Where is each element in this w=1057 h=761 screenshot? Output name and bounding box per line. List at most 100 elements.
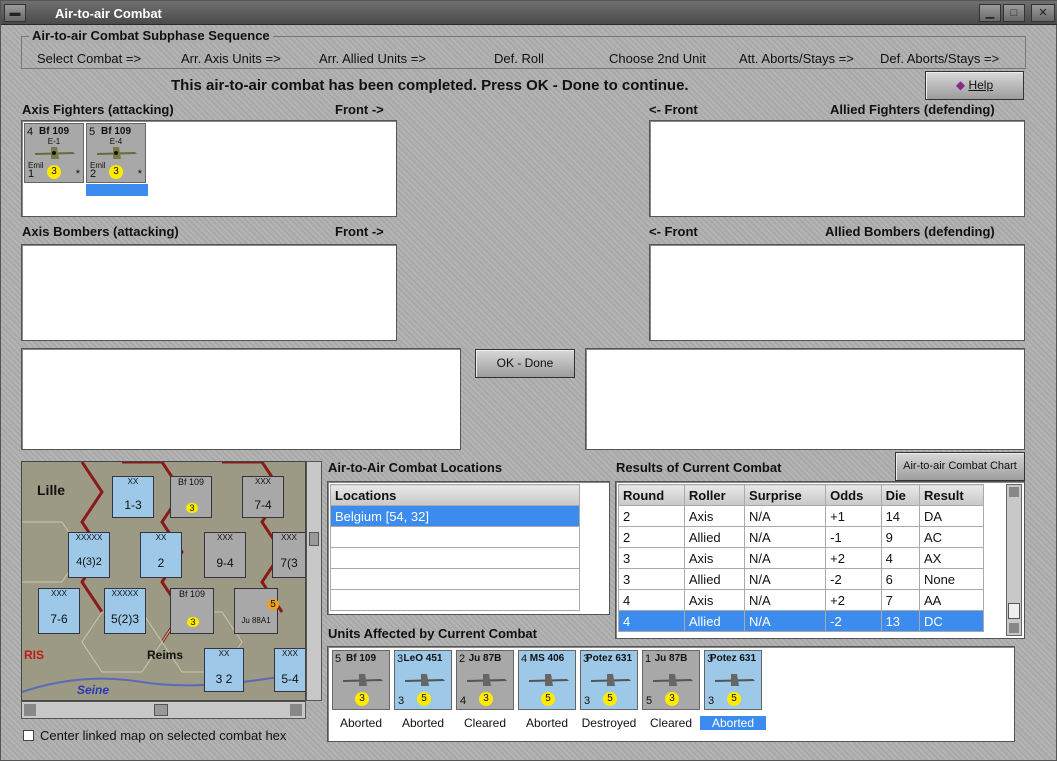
help-button[interactable]: ◆ Help [925,71,1024,100]
map-city-lille: Lille [37,482,65,498]
affected-unit[interactable]: 2 Ju 87B 4 3 Cleared [456,650,514,730]
scroll-thumb[interactable] [1008,603,1020,619]
counter-star: * [75,168,80,180]
affected-title: Units Affected by Current Combat [328,626,537,641]
map-counter[interactable]: XXX 9-4 [204,532,246,578]
scroll-left-arrow-icon[interactable] [24,704,36,716]
map-counter[interactable]: XXX 7(3 [272,532,305,578]
close-button[interactable]: ✕ [1031,4,1055,22]
scroll-down-arrow-icon[interactable] [1009,623,1019,633]
center-map-label: Center linked map on selected combat hex [40,728,287,743]
table-row[interactable]: 3 Axis N/A +2 4 AX [618,547,985,569]
table-row[interactable]: 3 Allied N/A -2 6 None [618,568,985,590]
ok-done-button[interactable]: OK - Done [475,349,575,378]
map-counter-top: XXXXX [75,533,103,542]
map-counter[interactable]: 5 Ju 88A1 [234,588,279,634]
cell: DC [918,610,985,632]
allied-bombers-box[interactable] [649,244,1025,341]
affected-unit[interactable]: 4 MS 406 5 Aborted [518,650,576,730]
table-row[interactable]: 4 Axis N/A +2 7 AA [618,589,985,611]
counter-name: Potez 631 [709,653,757,664]
cell: 3 [618,568,685,590]
map-counter[interactable]: XXX 7-4 [242,476,284,518]
minimize-button[interactable]: ▁ [979,4,1001,22]
counter-range: 1 [28,168,35,180]
center-map-checkbox[interactable] [23,730,34,741]
map-horizontal-scrollbar[interactable] [21,701,306,719]
map-counter-top: Bf 109 [177,477,205,487]
map-counter-top: XX [127,477,139,486]
affected-unit[interactable]: 5 Bf 109 3 Aborted [332,650,390,730]
map-counter[interactable]: XXX 5-4 [274,648,305,692]
map-counter[interactable]: XXXXX 4(3)2 [68,532,110,578]
counter-name: Bf 109 [38,126,69,137]
affected-unit-status: Aborted [525,716,569,730]
affected-unit[interactable]: 3 LeO 451 3 5 Aborted [394,650,452,730]
results-header-result: Result [918,484,985,506]
linked-map[interactable]: Lille Reims Seine RIS XX 1-3 Bf 109 3 XXX 7… [21,461,306,701]
map-counter[interactable]: XX 2 [140,532,182,578]
cell: 2 [618,505,685,527]
results-header-surprise: Surprise [744,484,827,506]
allied-fighters-box[interactable] [649,120,1025,217]
unit-counter-selected[interactable]: 5 Bf 109 E-4 Emil 2 3 * [86,123,146,183]
counter-range: 3 [398,695,405,707]
allied-bombers-front: <- Front [649,224,698,239]
counter-range: 4 [460,695,467,707]
axis-bombers-box[interactable] [21,244,397,341]
counter-sub: E-4 [109,137,123,146]
unit-counter[interactable]: 4 Bf 109 E-1 Emil 1 3 * [24,123,84,183]
counter-name: Potez 631 [585,653,633,664]
map-counter-bottom: 3 [187,617,199,627]
map-counter[interactable]: XXX 7-6 [38,588,80,634]
table-row[interactable]: 2 Axis N/A +1 14 DA [618,505,985,527]
seq-step: Att. Aborts/Stays => [739,51,854,66]
affected-unit[interactable]: 3 Potez 631 3 5 Aborted [700,650,766,730]
unit-counter: 3 Potez 631 3 5 [704,650,762,710]
locations-list[interactable]: Locations Belgium [54, 32] [327,481,610,615]
scroll-thumb[interactable] [154,704,168,716]
cell: +2 [825,589,882,611]
plane-icon [35,147,75,159]
scroll-right-arrow-icon[interactable] [290,704,302,716]
plane-icon [653,674,693,686]
map-counter[interactable]: XXXXX 5(2)3 [104,588,146,634]
counter-yellow-value: 5 [541,692,555,706]
counter-yellow-value: 3 [355,692,369,706]
results-table: Round Roller Surprise Odds Die Result 2A… [618,484,985,632]
seq-step: Arr. Allied Units => [319,51,426,66]
cell: -2 [825,610,882,632]
unit-counter: 5 Bf 109 3 [332,650,390,710]
map-counter[interactable]: XX 1-3 [112,476,154,518]
table-row[interactable]: 2 Allied N/A -1 9 AC [618,526,985,548]
scroll-up-arrow-icon[interactable] [1009,487,1019,497]
map-counter[interactable]: XX 3 2 [204,648,244,692]
air-combat-window: ▬ Air-to-air Combat ▁ □ ✕ Select Combat … [0,0,1057,761]
combat-chart-button[interactable]: Air-to-air Combat Chart [895,452,1025,481]
counter-name: Bf 109 [100,126,131,137]
map-counter-bottom: 5(2)3 [110,612,139,626]
cell: 4 [880,547,920,569]
scroll-thumb[interactable] [309,532,319,546]
location-row-selected[interactable]: Belgium [54, 32] [330,505,580,527]
system-menu-button[interactable]: ▬ [4,4,26,22]
unit-counter: 3 Potez 631 3 5 [580,650,638,710]
affected-units-panel[interactable]: 5 Bf 109 3 Aborted 3 LeO 451 3 5 Aborted 2 Ju 87B 4… [327,646,1015,742]
results-list[interactable]: Round Roller Surprise Odds Die Result 2A… [615,481,1025,639]
map-vertical-scrollbar[interactable] [306,461,322,701]
title-bar: ▬ Air-to-air Combat ▁ □ ✕ [1,1,1057,25]
cell: N/A [744,610,827,632]
map-counter[interactable]: Bf 109 3 [170,476,212,518]
table-row-selected[interactable]: 4 Allied N/A -2 13 DC [618,610,985,632]
map-counter[interactable]: Bf 109 3 [170,588,214,634]
maximize-button[interactable]: □ [1003,4,1025,22]
counter-name: Ju 87B [468,653,502,664]
plane-icon [591,674,631,686]
affected-unit[interactable]: 1 Ju 87B 5 3 Cleared [642,650,700,730]
results-scrollbar[interactable] [1006,484,1022,636]
affected-unit[interactable]: 3 Potez 631 3 5 Destroyed [580,650,638,730]
seq-step: Arr. Axis Units => [181,51,281,66]
affected-unit-status: Aborted [700,716,766,730]
axis-fighters-box[interactable]: 4 Bf 109 E-1 Emil 1 3 * 5 Bf 109 E-4 Emi… [21,120,397,217]
cell: AA [918,589,985,611]
